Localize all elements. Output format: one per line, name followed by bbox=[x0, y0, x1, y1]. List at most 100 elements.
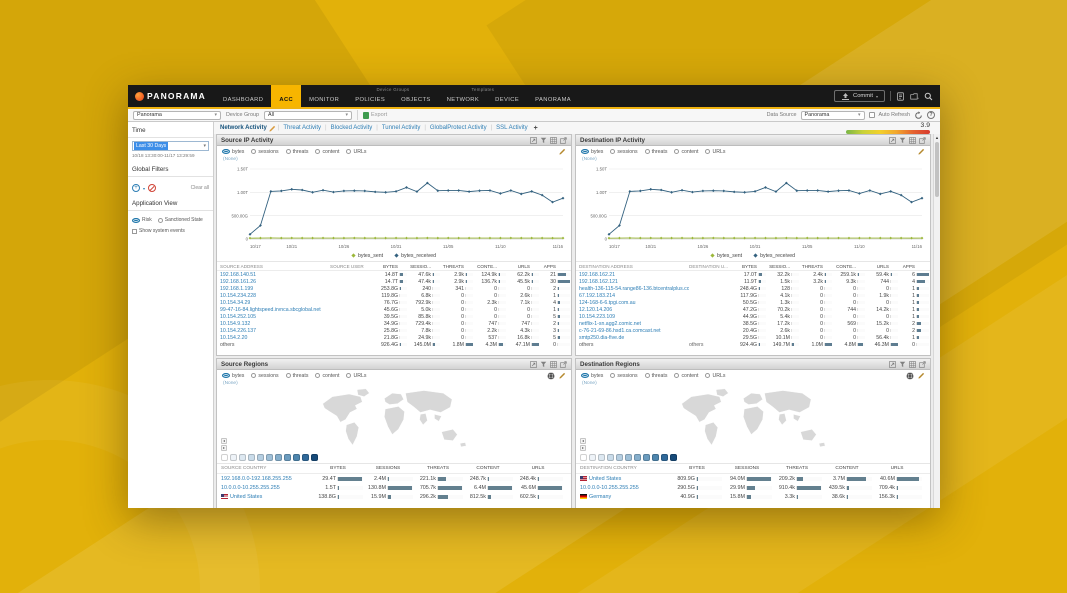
address-link[interactable]: 192.168.1.199 bbox=[220, 286, 330, 292]
column-header[interactable]: BYTES bbox=[672, 466, 722, 471]
address-link[interactable]: health-136-115-54.range86-136.btcentralp… bbox=[579, 286, 689, 292]
metric-option-content[interactable]: content bbox=[674, 373, 698, 379]
jump-to-logs-icon[interactable] bbox=[530, 361, 537, 368]
tab-blocked-activity[interactable]: Blocked Activity bbox=[329, 125, 375, 131]
table-grid-icon[interactable] bbox=[909, 137, 916, 144]
search-icon[interactable] bbox=[924, 92, 933, 101]
auto-refresh-checkbox[interactable] bbox=[869, 112, 875, 118]
address-link[interactable]: 192.168.161.26 bbox=[220, 279, 330, 285]
column-header[interactable]: BYTES bbox=[313, 466, 363, 471]
column-header[interactable]: CONTENT bbox=[463, 466, 513, 471]
scale-swatch[interactable] bbox=[311, 454, 318, 461]
column-header[interactable]: APPS bbox=[539, 264, 570, 269]
jump-to-logs-icon[interactable] bbox=[530, 137, 537, 144]
metric-option-sessions[interactable]: sessions bbox=[251, 149, 278, 155]
filter-funnel-icon[interactable] bbox=[540, 137, 547, 144]
address-link[interactable]: 124-168-6-6.tpgi.com.au bbox=[579, 300, 689, 306]
tab-globalprotect-activity[interactable]: GlobalProtect Activity bbox=[428, 125, 489, 131]
clear-all-link[interactable]: Clear all bbox=[191, 185, 209, 191]
scale-swatch[interactable] bbox=[248, 454, 255, 461]
tab-network-activity[interactable]: Network Activity bbox=[218, 125, 269, 131]
metric-option-urls[interactable]: URLs bbox=[705, 373, 725, 379]
data-source-select[interactable]: Panorama▾ bbox=[801, 111, 865, 120]
column-header[interactable]: URLS bbox=[865, 264, 898, 269]
globe-icon[interactable] bbox=[547, 372, 555, 380]
column-header[interactable]: CONTE... bbox=[473, 264, 506, 269]
risk-radio[interactable] bbox=[132, 218, 140, 223]
column-header[interactable]: CONTENT bbox=[822, 466, 872, 471]
column-header[interactable]: CONTE... bbox=[832, 264, 865, 269]
help-icon[interactable]: ? bbox=[927, 111, 935, 119]
edit-pencil-icon[interactable] bbox=[918, 148, 925, 155]
scale-swatch[interactable] bbox=[580, 454, 587, 461]
address-link[interactable]: 10.154.223.109 bbox=[579, 314, 689, 320]
scale-swatch[interactable] bbox=[284, 454, 291, 461]
address-link[interactable]: smtp250.dia-five.de bbox=[579, 335, 689, 341]
scale-swatch[interactable] bbox=[643, 454, 650, 461]
address-link[interactable]: 67.192.183.214 bbox=[579, 293, 689, 299]
metric-option-content[interactable]: content bbox=[315, 373, 339, 379]
metric-option-content[interactable]: content bbox=[315, 149, 339, 155]
country-link[interactable]: 192.168.0.0-192.168.255.255 bbox=[221, 476, 313, 482]
export-popout-icon[interactable] bbox=[560, 137, 567, 144]
save-folder-icon[interactable] bbox=[910, 92, 919, 101]
legend-bytes-received[interactable]: bytes_received bbox=[401, 253, 436, 259]
tasks-icon[interactable] bbox=[896, 92, 905, 101]
map-pan-right-button[interactable]: ▸ bbox=[221, 445, 227, 451]
column-header[interactable]: DESTINATION COUNTRY bbox=[580, 466, 672, 471]
tab-ssl-activity[interactable]: SSL Activity bbox=[494, 125, 529, 131]
column-header[interactable]: THREATS bbox=[413, 466, 463, 471]
column-header[interactable]: DESTINATION ADDRESS bbox=[579, 264, 689, 269]
column-header[interactable]: SESSIO... bbox=[407, 264, 440, 269]
scrollbar-thumb[interactable] bbox=[935, 142, 939, 197]
nav-tab-objects[interactable]: OBJECTS bbox=[393, 93, 439, 107]
address-link[interactable]: 10.154.234.228 bbox=[220, 293, 330, 299]
legend-bytes-sent[interactable]: bytes_sent bbox=[358, 253, 383, 259]
context-select[interactable]: Panorama▾ bbox=[133, 111, 221, 120]
scale-swatch[interactable] bbox=[661, 454, 668, 461]
source-regions-world-map[interactable]: ◂ ▸ bbox=[219, 387, 569, 453]
vertical-scrollbar[interactable]: ▲ bbox=[933, 134, 940, 508]
column-header[interactable]: URLS bbox=[513, 466, 563, 471]
nav-tab-network[interactable]: NETWORK bbox=[439, 93, 487, 107]
export-popout-icon[interactable] bbox=[919, 137, 926, 144]
country-link[interactable]: Germany bbox=[580, 494, 672, 500]
scale-swatch[interactable] bbox=[239, 454, 246, 461]
scale-swatch[interactable] bbox=[598, 454, 605, 461]
column-header[interactable]: URLS bbox=[872, 466, 922, 471]
edit-pencil-icon[interactable] bbox=[559, 148, 566, 155]
column-header[interactable]: SOURCE COUNTRY bbox=[221, 466, 313, 471]
metric-option-bytes[interactable]: bytes bbox=[222, 149, 244, 155]
metric-option-threats[interactable]: threats bbox=[645, 373, 668, 379]
metric-option-threats[interactable]: threats bbox=[286, 373, 309, 379]
edit-pencil-icon[interactable] bbox=[269, 125, 276, 132]
column-header[interactable]: BYTES bbox=[374, 264, 407, 269]
scale-swatch[interactable] bbox=[293, 454, 300, 461]
country-link[interactable]: United States bbox=[221, 494, 313, 500]
scale-swatch[interactable] bbox=[221, 454, 228, 461]
country-link[interactable]: 10.0.0.0-10.255.255.255 bbox=[221, 485, 313, 491]
scale-swatch[interactable] bbox=[230, 454, 237, 461]
destination-regions-world-map[interactable]: ◂ ▸ bbox=[578, 387, 928, 453]
column-header[interactable]: THREATS bbox=[799, 264, 832, 269]
address-link[interactable]: 10.154.226.137 bbox=[220, 328, 330, 334]
clear-filter-icon[interactable] bbox=[148, 184, 156, 192]
metric-option-sessions[interactable]: sessions bbox=[251, 373, 278, 379]
nav-tab-dashboard[interactable]: DASHBOARD bbox=[215, 85, 271, 107]
scale-swatch[interactable] bbox=[266, 454, 273, 461]
column-header[interactable]: BYTES bbox=[733, 264, 766, 269]
column-header[interactable]: SESSIO... bbox=[766, 264, 799, 269]
nav-tab-policies[interactable]: POLICIES bbox=[347, 93, 393, 107]
tab-tunnel-activity[interactable]: Tunnel Activity bbox=[380, 125, 422, 131]
scale-swatch[interactable] bbox=[670, 454, 677, 461]
legend-bytes-sent[interactable]: bytes_sent bbox=[717, 253, 742, 259]
address-link[interactable]: c-76-21-69-86.hsd1.ca.comcast.net bbox=[579, 328, 689, 334]
address-link[interactable]: 12.120.14.206 bbox=[579, 307, 689, 313]
filter-funnel-icon[interactable] bbox=[899, 137, 906, 144]
metric-option-bytes[interactable]: bytes bbox=[222, 373, 244, 379]
edit-pencil-icon[interactable] bbox=[918, 372, 925, 379]
export-popout-icon[interactable] bbox=[919, 361, 926, 368]
scale-swatch[interactable] bbox=[634, 454, 641, 461]
address-link[interactable]: netflix-1-sn.agg2.comic.net bbox=[579, 321, 689, 327]
metric-option-content[interactable]: content bbox=[674, 149, 698, 155]
